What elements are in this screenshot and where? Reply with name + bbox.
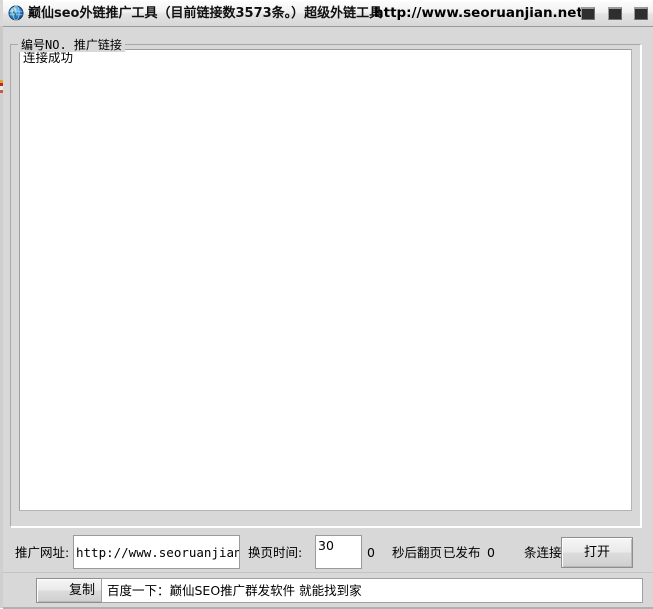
footer-row: 复制 百度一下：巅仙SEO推广群发软件 就能找到家 — [3, 572, 653, 609]
open-button[interactable]: 打开 — [561, 537, 633, 568]
promotion-links-list[interactable]: 连接成功 — [19, 49, 632, 511]
minimize-button[interactable] — [581, 7, 595, 20]
page-time-extra-value: 0 — [367, 545, 375, 560]
group-box-legend: 编号NO. 推广链接 — [18, 38, 125, 52]
controls-row: 推广网址: http://www.seoruanjian.net/ 换页时间: … — [3, 533, 653, 573]
close-button[interactable] — [634, 7, 648, 20]
page-time-label: 换页时间: — [248, 545, 303, 560]
connections-label: 条连接 — [524, 545, 562, 560]
application-window: 巅仙seo外链推广工具（目前链接数3573条。）超级外链工具 http://ww… — [0, 0, 653, 609]
title-bar[interactable]: 巅仙seo外链推广工具（目前链接数3573条。）超级外链工具 http://ww… — [3, 0, 653, 27]
window-title-url: http://www.seoruanjian.net/ — [374, 5, 588, 21]
window-edge-bleed — [0, 26, 3, 608]
window-title: 巅仙seo外链推广工具（目前链接数3573条。）超级外链工具 — [28, 6, 383, 21]
promotion-url-input[interactable]: http://www.seoruanjian.net/ — [73, 535, 240, 569]
promo-text-input[interactable]: 百度一下：巅仙SEO推广群发软件 就能找到家 — [101, 578, 643, 603]
promotion-links-group: 编号NO. 推广链接 连接成功 — [10, 38, 642, 528]
globe-icon — [8, 5, 24, 21]
published-label: 已发布 — [443, 545, 481, 560]
list-item[interactable]: 连接成功 — [20, 50, 631, 66]
published-count: 0 — [487, 545, 495, 560]
maximize-button[interactable] — [608, 7, 622, 20]
page-time-input[interactable]: 30 — [315, 535, 362, 569]
seconds-refresh-label: 秒后翻页 — [392, 545, 443, 560]
promotion-url-label: 推广网址: — [15, 545, 70, 560]
